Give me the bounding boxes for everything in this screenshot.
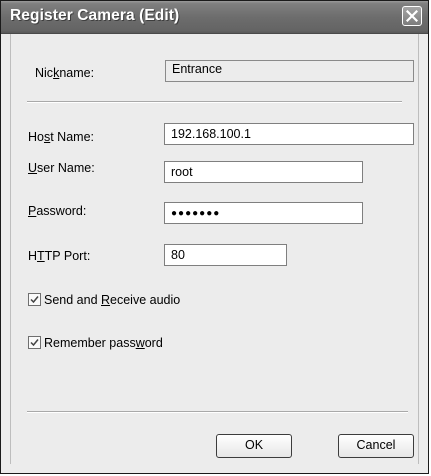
ok-button[interactable]: OK (216, 434, 292, 458)
close-icon (406, 10, 418, 22)
user-name-label: User Name: (28, 161, 95, 175)
separator-top (27, 101, 402, 103)
cancel-button[interactable]: Cancel (338, 434, 414, 458)
nickname-label: Nickname: (35, 66, 95, 80)
close-button[interactable] (402, 6, 422, 26)
http-port-label: HTTP Port: (28, 249, 91, 263)
checkmark-icon (30, 339, 39, 347)
checkmark-icon (30, 296, 39, 304)
password-field[interactable]: ●●●●●●● (164, 202, 363, 224)
user-name-field[interactable]: root (164, 161, 363, 183)
password-label: Password: (28, 204, 87, 218)
host-name-label: Host Name: (28, 130, 94, 144)
register-camera-dialog: Register Camera (Edit) Nickname: Entranc… (0, 0, 429, 474)
send-receive-audio-checkbox[interactable] (28, 293, 41, 306)
separator-bottom (27, 411, 408, 413)
send-receive-audio-label[interactable]: Send and Receive audio (44, 293, 180, 307)
remember-password-label[interactable]: Remember password (44, 336, 163, 350)
host-name-field[interactable]: 192.168.100.1 (164, 123, 414, 145)
dialog-title: Register Camera (Edit) (10, 7, 180, 24)
http-port-field[interactable]: 80 (164, 244, 287, 266)
dialog-body: Nickname: Entrance Host Name: 192.168.10… (10, 34, 419, 464)
title-bar[interactable]: Register Camera (Edit) (1, 1, 428, 34)
nickname-field[interactable]: Entrance (165, 60, 414, 82)
remember-password-checkbox[interactable] (28, 336, 41, 349)
